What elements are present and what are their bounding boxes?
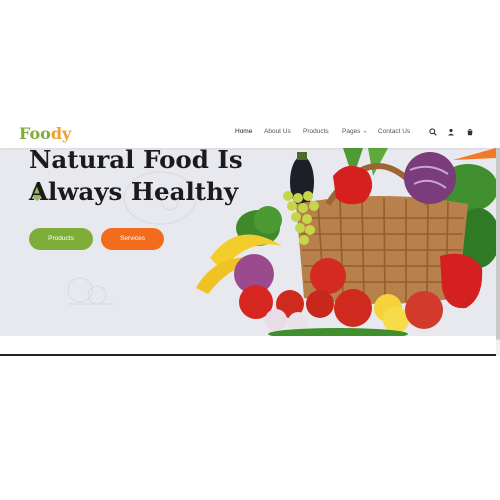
cart-icon[interactable] (465, 127, 475, 137)
brand-logo-part1: Foo (19, 124, 51, 143)
decorative-doodle (67, 277, 114, 305)
chevron-down-icon: ⌄ (362, 128, 368, 135)
search-icon[interactable] (428, 127, 438, 137)
scrollbar-thumb[interactable] (496, 130, 500, 340)
nav-home[interactable]: Home (235, 128, 252, 135)
vegetable-basket-image (196, 148, 496, 336)
services-button[interactable]: Services (101, 228, 164, 250)
hero-section: Natural Food Is Always Healthy Products … (0, 148, 500, 336)
page-divider (0, 354, 500, 356)
brand-logo[interactable]: Foody (19, 124, 71, 143)
products-button[interactable]: Products (29, 228, 93, 250)
nav-about-us[interactable]: About Us (264, 128, 291, 135)
nav-pages-label: Pages (342, 128, 361, 135)
navbar: Foody Home About Us Products Pages ⌄ Cont… (0, 120, 500, 148)
nav-products[interactable]: Products (303, 128, 329, 135)
user-icon[interactable] (446, 127, 456, 137)
nav-contact-us[interactable]: Contact Us (378, 128, 410, 135)
nav-pages[interactable]: Pages ⌄ (342, 128, 367, 135)
brand-logo-part2: dy (50, 124, 72, 143)
website-frame: Foody Home About Us Products Pages ⌄ Cont… (0, 120, 500, 356)
